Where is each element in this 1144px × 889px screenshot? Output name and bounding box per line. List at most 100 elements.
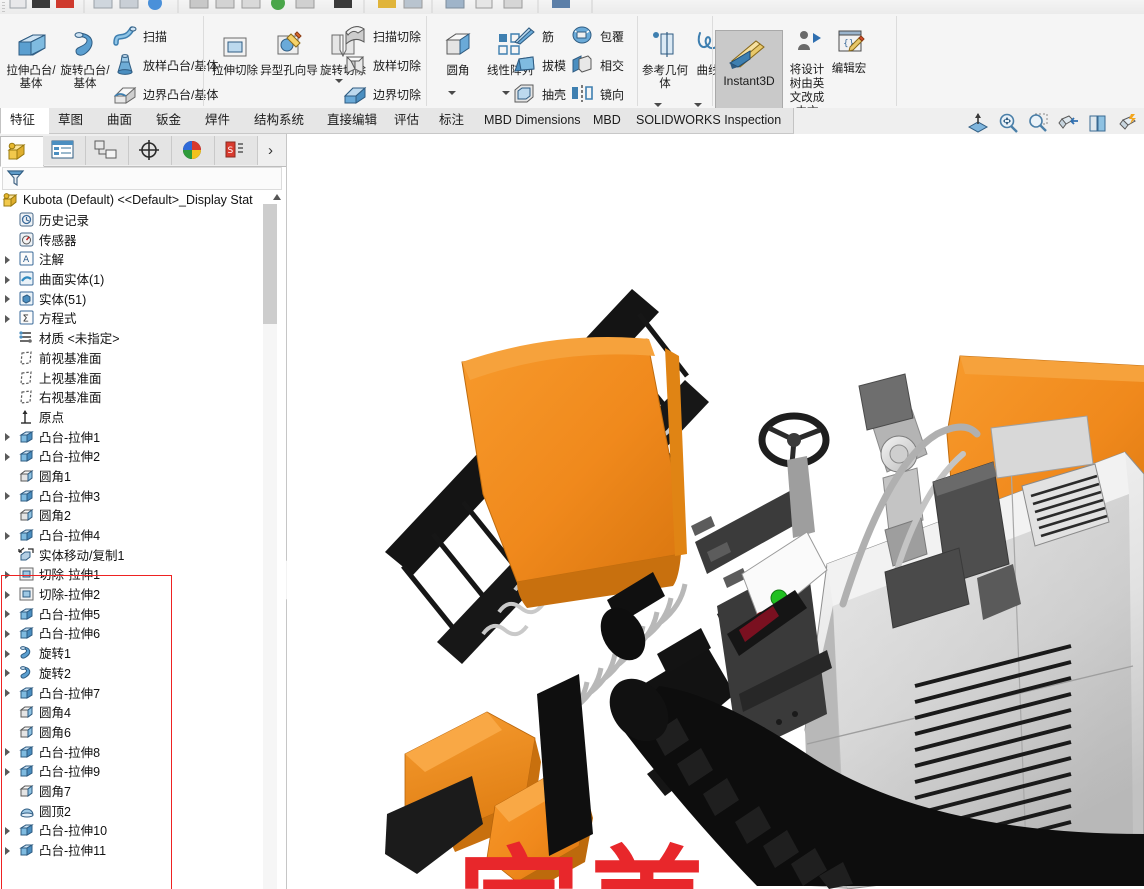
tree-node[interactable]: 右视基准面 — [0, 387, 271, 407]
expand-arrow-icon[interactable] — [2, 254, 12, 264]
sweep-cut-button[interactable]: 扫描切除 — [342, 24, 421, 48]
expand-arrow-icon[interactable] — [2, 530, 12, 540]
display-style-icon[interactable] — [1086, 111, 1110, 135]
property-manager-tab[interactable] — [43, 136, 86, 165]
tree-node[interactable]: 传感器 — [0, 229, 271, 249]
expand-arrow-icon[interactable] — [2, 490, 12, 501]
tree-node[interactable]: 凸台-拉伸5 — [0, 603, 271, 623]
tree-node[interactable]: 圆顶2 — [0, 800, 271, 820]
tree-node[interactable]: 切除-拉伸1 — [0, 564, 271, 584]
tab-solidworks-inspection[interactable]: SOLIDWORKS Inspection — [627, 108, 794, 134]
reference-geometry-button[interactable]: 参考几何体 — [638, 28, 692, 91]
tree-node[interactable]: 切除-拉伸2 — [0, 584, 271, 604]
tree-node[interactable]: 实体(51) — [0, 288, 271, 308]
configuration-manager-tab[interactable] — [86, 136, 129, 165]
tree-node[interactable]: 圆角2 — [0, 505, 271, 525]
expand-arrow-icon[interactable] — [2, 451, 12, 461]
pattern-dropdown-caret[interactable] — [501, 88, 511, 98]
expand-arrow-icon[interactable] — [2, 569, 12, 579]
expand-arrow-icon[interactable] — [2, 766, 12, 776]
revolve-boss-button[interactable]: 旋转凸台/基体 — [56, 28, 114, 91]
expand-arrow-icon[interactable] — [2, 628, 12, 638]
tree-node[interactable]: 凸台-拉伸3 — [0, 485, 271, 505]
graphics-viewport[interactable]: 完美 — [287, 134, 1144, 889]
tree-node[interactable]: 材质 <未指定> — [0, 328, 271, 348]
tree-node[interactable]: 凸台-拉伸7 — [0, 682, 271, 702]
shell-button[interactable]: 抽壳 — [511, 82, 566, 106]
tree-node[interactable]: 圆角6 — [0, 722, 271, 742]
section-view-icon[interactable] — [966, 111, 990, 135]
tree-node[interactable]: 圆角1 — [0, 466, 271, 486]
tree-node[interactable]: 实体移动/复制1 — [0, 544, 271, 564]
expand-arrow-icon[interactable] — [2, 608, 12, 619]
view-orientation-icon[interactable] — [1056, 111, 1080, 135]
tree-node[interactable]: 凸台-拉伸2 — [0, 446, 271, 466]
expand-arrow-icon[interactable] — [2, 589, 12, 599]
tree-node[interactable]: 曲面实体(1) — [0, 269, 271, 289]
zoom-to-fit-icon[interactable] — [996, 111, 1020, 135]
tree-node[interactable]: 凸台-拉伸1 — [0, 426, 271, 446]
tree-node[interactable]: 凸台-拉伸10 — [0, 820, 271, 840]
tree-node-label: 凸台-拉伸5 — [39, 607, 101, 622]
wrap-button[interactable]: 包覆 — [569, 24, 624, 48]
expand-arrow-icon[interactable] — [2, 648, 12, 658]
wrap-label: 包覆 — [600, 29, 625, 44]
tab-mbd-dimensions[interactable]: MBD Dimensions — [475, 108, 602, 134]
tree-node[interactable]: 上视基准面 — [0, 367, 271, 387]
dimxpert-manager-tab[interactable] — [129, 136, 172, 165]
intersect-button[interactable]: 相交 — [569, 53, 624, 77]
expand-arrow-icon[interactable] — [2, 313, 12, 323]
extrude-cut-button[interactable]: 拉伸切除 — [206, 28, 264, 78]
sweep-icon — [112, 23, 138, 50]
cam-manager-tab[interactable]: S — [215, 136, 258, 165]
hole-wizard-button[interactable]: 异型孔向导 — [260, 28, 318, 78]
tree-node[interactable]: 圆角4 — [0, 702, 271, 722]
mirror-button[interactable]: 镜向 — [569, 82, 624, 106]
feature-tree-filter[interactable] — [2, 167, 282, 190]
tree-node[interactable]: 凸台-拉伸6 — [0, 623, 271, 643]
extrude-boss-button[interactable]: 拉伸凸台/基体 — [2, 28, 60, 91]
fillet-dropdown-caret[interactable] — [447, 88, 457, 98]
feature-manager-more-tabs-chevron[interactable]: › — [268, 142, 273, 159]
display-manager-tab[interactable] — [172, 136, 215, 165]
tree-node[interactable]: 凸台-拉伸8 — [0, 741, 271, 761]
tree-node[interactable]: A 注解 — [0, 249, 271, 269]
tree-node[interactable]: 旋转2 — [0, 663, 271, 683]
boss-extrude-icon — [18, 448, 35, 463]
featuremanager-design-tree-tab[interactable] — [0, 136, 44, 167]
feature-tree-scrollbar[interactable] — [263, 204, 277, 889]
rib-button[interactable]: 筋 — [511, 24, 554, 48]
canopy-roof-main — [461, 337, 687, 608]
tree-root-node[interactable]: Kubota (Default) <<Default>_Display Stat — [0, 190, 271, 210]
edit-macro-button[interactable]: {} 编辑宏 — [827, 28, 871, 76]
feature-tree-scroll-thumb[interactable] — [263, 204, 277, 324]
tree-node[interactable]: 历史记录 — [0, 210, 271, 230]
expand-arrow-icon[interactable] — [2, 293, 12, 304]
extrude-boss-icon — [18, 34, 46, 56]
tree-node[interactable]: 凸台-拉伸11 — [0, 840, 271, 860]
expand-arrow-icon[interactable] — [2, 825, 12, 835]
tree-node[interactable]: 凸台-拉伸4 — [0, 525, 271, 545]
expand-arrow-icon[interactable] — [2, 431, 12, 442]
feature-tree[interactable]: Kubota (Default) <<Default>_Display Stat… — [0, 190, 271, 889]
expand-arrow-icon[interactable] — [2, 274, 12, 284]
tree-node[interactable]: 前视基准面 — [0, 348, 271, 368]
expand-arrow-icon[interactable] — [2, 845, 12, 855]
zoom-to-area-icon[interactable] — [1026, 111, 1050, 135]
expand-arrow-icon[interactable] — [2, 667, 12, 678]
apply-scene-icon[interactable] — [1116, 111, 1140, 135]
expand-arrow-icon[interactable] — [2, 746, 12, 757]
expand-arrow-icon[interactable] — [2, 687, 12, 698]
feature-tree-scroll-up-button[interactable] — [270, 190, 284, 204]
tree-node[interactable]: 旋转1 — [0, 643, 271, 663]
draft-button[interactable]: 拔模 — [511, 53, 566, 77]
tree-node[interactable]: Σ 方程式 — [0, 308, 271, 328]
tree-node[interactable]: 圆角7 — [0, 781, 271, 801]
fillet-button[interactable]: 圆角 — [429, 28, 487, 78]
boundary-cut-button[interactable]: 边界切除 — [342, 82, 421, 106]
sweep-button[interactable]: 扫描 — [112, 24, 167, 48]
tree-node[interactable]: 凸台-拉伸9 — [0, 761, 271, 781]
translate-tree-button[interactable]: 将设计树由英文改成中文 — [785, 28, 829, 119]
tree-node[interactable]: 原点 — [0, 407, 271, 427]
loft-cut-button[interactable]: 放样切除 — [342, 53, 421, 77]
